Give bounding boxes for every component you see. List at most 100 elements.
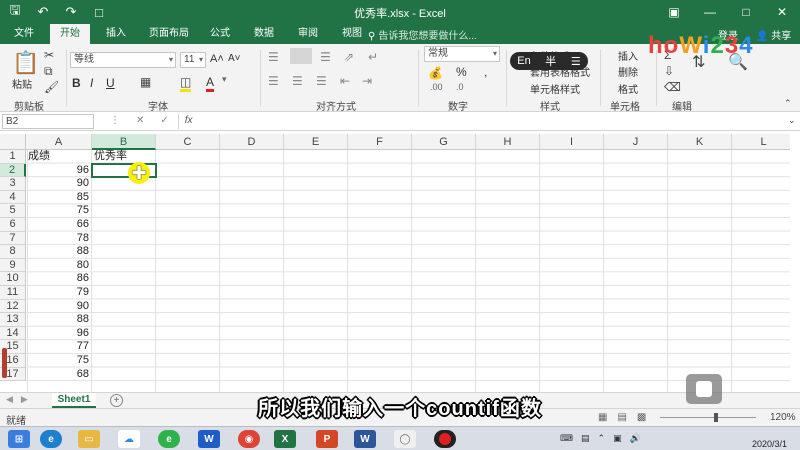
chrome-icon[interactable]: ◉ xyxy=(238,430,260,448)
app-icon[interactable]: ◯ xyxy=(394,430,416,448)
browser-e-icon[interactable]: e xyxy=(158,430,180,448)
cancel-icon[interactable]: ✕ xyxy=(136,115,144,126)
tab-view[interactable]: 视图 xyxy=(336,24,368,44)
underline-icon[interactable]: U xyxy=(106,76,115,90)
close-button[interactable]: ✕ xyxy=(764,0,800,24)
cell-a6[interactable]: 66 xyxy=(28,218,92,232)
share-button[interactable]: 👤 共享 xyxy=(756,27,791,42)
merge-center-icon[interactable]: ⇥ xyxy=(362,74,372,88)
format-painter-icon[interactable]: 🖌 xyxy=(44,80,59,94)
align-top-icon[interactable]: ☰ xyxy=(268,50,279,64)
clock[interactable]: 2020/3/1 xyxy=(752,428,787,450)
cell-a4[interactable]: 85 xyxy=(28,191,92,205)
phonetic-icon[interactable]: ▾ xyxy=(222,74,227,85)
currency-icon[interactable]: 💰 xyxy=(428,66,443,80)
excel-icon[interactable]: X xyxy=(274,430,296,448)
row-header-14[interactable]: 14 xyxy=(0,326,26,341)
cell-a1[interactable]: 成绩 xyxy=(28,150,92,164)
cell-styles-button[interactable]: 单元格样式 xyxy=(530,81,580,96)
column-header-h[interactable]: H xyxy=(476,134,540,150)
video-control-button[interactable] xyxy=(686,374,722,404)
percent-icon[interactable]: % xyxy=(456,65,467,79)
network-icon[interactable]: ▤ xyxy=(581,433,590,444)
column-header-j[interactable]: J xyxy=(604,134,668,150)
tab-file[interactable]: 文件 xyxy=(8,24,40,44)
cell-a2[interactable]: 96 xyxy=(28,164,92,178)
cell-b1[interactable]: 优秀率 xyxy=(94,150,156,164)
row-header-3[interactable]: 3 xyxy=(0,177,26,191)
bold-icon[interactable]: B xyxy=(72,76,81,90)
row-header-12[interactable]: 12 xyxy=(0,299,26,314)
row-header-1[interactable]: 1 xyxy=(0,150,26,164)
column-header-l[interactable]: L xyxy=(732,134,790,150)
cell-a5[interactable]: 75 xyxy=(28,204,92,218)
cell-a7[interactable]: 78 xyxy=(28,232,92,246)
increase-decimal-icon[interactable]: .00 xyxy=(430,82,443,92)
row-header-7[interactable]: 7 xyxy=(0,231,26,246)
tab-page-layout[interactable]: 页面布局 xyxy=(144,24,194,44)
cloud-icon[interactable]: ☁ xyxy=(118,430,140,448)
cell-a3[interactable]: 90 xyxy=(28,177,92,191)
font-color-icon[interactable]: A xyxy=(206,75,215,92)
column-header-a[interactable]: A xyxy=(26,134,92,150)
collapse-ribbon-icon[interactable]: ⌃ xyxy=(784,98,792,109)
delete-cells-button[interactable]: 删除 xyxy=(618,64,638,79)
more-icon[interactable]: ⋮ xyxy=(110,115,120,126)
name-box[interactable]: B2 xyxy=(2,114,94,129)
number-format-select[interactable]: 常规 ▾ xyxy=(424,46,500,62)
wrap-text-icon[interactable]: ↵ xyxy=(368,50,378,64)
row-header-4[interactable]: 4 xyxy=(0,190,26,205)
formula-input[interactable] xyxy=(178,114,784,129)
cell-a10[interactable]: 86 xyxy=(28,272,92,286)
orientation-icon[interactable]: ⇗ xyxy=(344,50,354,64)
clear-icon[interactable]: ⌫ xyxy=(664,80,681,94)
cell-a13[interactable]: 88 xyxy=(28,313,92,327)
decrease-decimal-icon[interactable]: .0 xyxy=(456,82,464,92)
cell-a17[interactable]: 68 xyxy=(28,368,92,382)
folder-icon[interactable]: ▭ xyxy=(78,430,100,448)
cell-a8[interactable]: 88 xyxy=(28,245,92,259)
column-header-f[interactable]: F xyxy=(348,134,412,150)
minimize-button[interactable]: — xyxy=(692,0,728,24)
row-header-9[interactable]: 9 xyxy=(0,258,26,273)
row-header-13[interactable]: 13 xyxy=(0,313,26,327)
italic-icon[interactable]: I xyxy=(90,76,93,90)
row-header-10[interactable]: 10 xyxy=(0,272,26,286)
tab-formulas[interactable]: 公式 xyxy=(204,24,236,44)
align-middle-icon[interactable] xyxy=(290,48,312,64)
column-header-d[interactable]: D xyxy=(220,134,284,150)
column-header-e[interactable]: E xyxy=(284,134,348,150)
comma-icon[interactable]: , xyxy=(484,65,487,79)
cell-a14[interactable]: 96 xyxy=(28,327,92,341)
select-all-corner[interactable] xyxy=(0,134,26,150)
record-icon[interactable] xyxy=(434,430,456,448)
font-name-select[interactable]: 等线 ▾ xyxy=(70,52,176,68)
borders-icon[interactable]: ▦ xyxy=(140,75,151,89)
row-header-8[interactable]: 8 xyxy=(0,245,26,259)
tab-review[interactable]: 审阅 xyxy=(292,24,324,44)
cell-a16[interactable]: 75 xyxy=(28,354,92,368)
paste-label[interactable]: 粘贴 xyxy=(12,76,32,91)
enter-icon[interactable]: ✓ xyxy=(160,115,168,126)
row-header-2[interactable]: 2 xyxy=(0,163,26,178)
wps-icon[interactable]: W xyxy=(198,430,220,448)
format-cells-button[interactable]: 格式 xyxy=(618,81,638,96)
align-left-icon[interactable]: ☰ xyxy=(268,74,279,88)
tab-home[interactable]: 开始 xyxy=(50,24,90,44)
column-header-g[interactable]: G xyxy=(412,134,476,150)
cut-icon[interactable]: ✂ xyxy=(44,48,54,62)
display-icon[interactable]: ▣ xyxy=(613,433,622,444)
tell-me-search[interactable]: ⚲ 告诉我您想要做什么... xyxy=(368,27,477,42)
ime-status-badge[interactable]: En 半 ☰ xyxy=(510,52,588,70)
decrease-indent-icon[interactable]: ⇤ xyxy=(340,74,350,88)
font-size-select[interactable]: 11 ▾ xyxy=(180,52,206,68)
shrink-font-icon[interactable]: A˅ xyxy=(228,53,241,64)
align-center-icon[interactable]: ☰ xyxy=(292,74,303,88)
cell-a15[interactable]: 77 xyxy=(28,340,92,354)
ie-icon[interactable]: e xyxy=(40,430,62,448)
fill-icon[interactable]: ⇩ xyxy=(664,64,674,78)
align-bottom-icon[interactable]: ☰ xyxy=(320,50,331,64)
volume-icon[interactable]: 🔊 xyxy=(630,433,641,444)
cell-a9[interactable]: 80 xyxy=(28,259,92,273)
column-header-c[interactable]: C xyxy=(156,134,220,150)
